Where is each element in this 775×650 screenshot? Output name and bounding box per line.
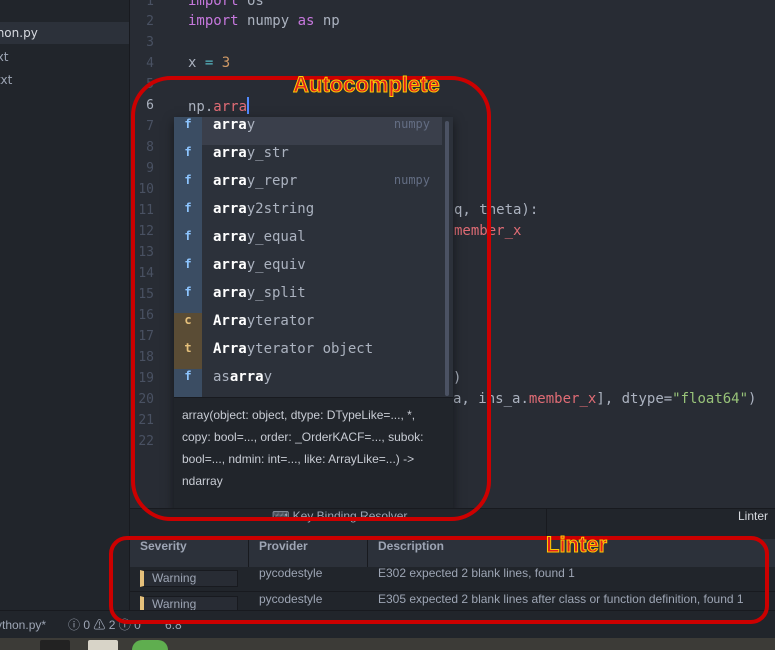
- warning-count: 2: [108, 618, 116, 632]
- line-number: 1: [146, 0, 154, 9]
- warning-icon: ⚠: [93, 618, 106, 632]
- keyword: as: [297, 13, 315, 29]
- tree-file-txt-2[interactable]: .txt: [0, 69, 129, 91]
- code-text: ): [748, 391, 757, 407]
- line-number: 3: [146, 35, 154, 50]
- code-line-4: x = 3: [188, 55, 230, 71]
- file-label: .txt: [0, 73, 13, 87]
- line-number: 4: [146, 56, 154, 71]
- error-icon: ⓘ: [68, 618, 81, 632]
- tab-linter[interactable]: Linter: [738, 509, 768, 537]
- tree-file-txt-1[interactable]: txt: [0, 46, 129, 68]
- tree-file-python[interactable]: thon.py: [0, 22, 129, 44]
- tree-view: thon.py txt .txt: [0, 0, 130, 610]
- keyword: import: [188, 0, 239, 9]
- autocomplete-annotation-outline: [131, 76, 491, 521]
- code-text: ], dtype=: [596, 391, 673, 407]
- code-text: numpy: [238, 13, 298, 29]
- autocomplete-annotation-label: Autocomplete: [293, 72, 441, 98]
- files-icon[interactable]: [88, 640, 118, 650]
- number-literal: 3: [213, 55, 231, 71]
- code-text: x: [188, 55, 205, 71]
- line-number: 2: [146, 14, 154, 29]
- property: member_x: [528, 391, 597, 407]
- code-text: np: [314, 13, 340, 29]
- file-label: txt: [0, 50, 9, 64]
- terminal-icon[interactable]: [40, 640, 70, 650]
- code-text: os: [238, 0, 264, 9]
- app-icon[interactable]: [132, 640, 168, 650]
- linter-annotation-label: Linter: [545, 532, 608, 558]
- os-taskbar: [0, 638, 775, 650]
- code-line-1: import os: [188, 0, 264, 9]
- code-line-20: a, ins_a.member_x], dtype="float64"): [453, 391, 756, 407]
- linter-annotation-outline: [109, 536, 769, 624]
- code-line-2: import numpy as np: [188, 13, 340, 29]
- string-literal: "float64": [672, 391, 749, 407]
- status-file-name[interactable]: ython.py*: [0, 611, 46, 639]
- file-label: thon.py: [0, 26, 38, 40]
- error-count: 0: [83, 618, 91, 632]
- keyword: import: [188, 13, 239, 29]
